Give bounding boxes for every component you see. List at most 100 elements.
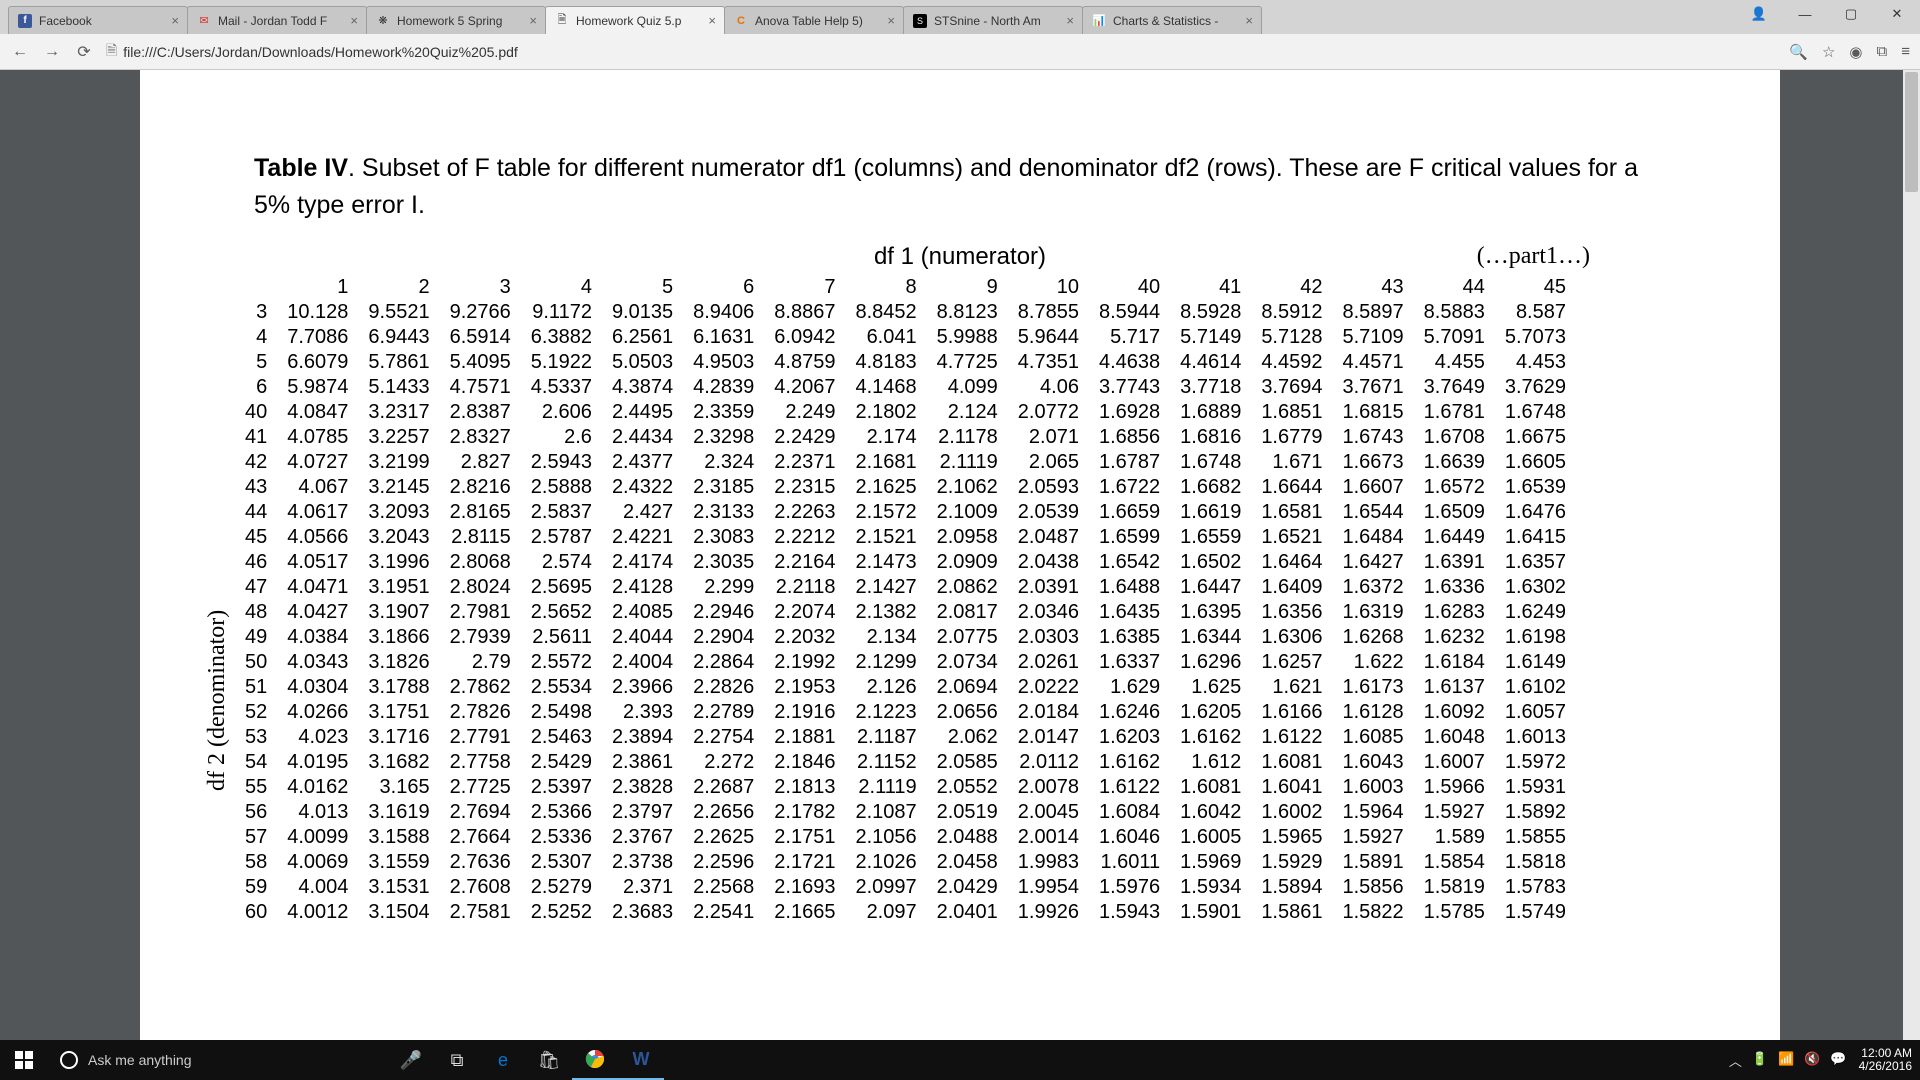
tab-mail[interactable]: ✉Mail - Jordan Todd F× — [187, 6, 367, 34]
maximize-button[interactable]: ▢ — [1828, 0, 1874, 28]
cell: 1.625 — [1170, 675, 1251, 700]
close-window-button[interactable]: ✕ — [1874, 0, 1920, 28]
row-header: 48 — [235, 600, 277, 625]
row-header: 53 — [235, 725, 277, 750]
cell: 1.6889 — [1170, 400, 1251, 425]
cell: 4.7351 — [1008, 350, 1089, 375]
cell: 2.371 — [602, 875, 683, 900]
row-header: 59 — [235, 875, 277, 900]
close-icon[interactable]: × — [887, 13, 895, 28]
cell: 2.1693 — [764, 875, 845, 900]
cell: 2.606 — [521, 400, 602, 425]
reload-button[interactable]: ⟳ — [74, 42, 94, 62]
close-icon[interactable]: × — [350, 13, 358, 28]
tab-anova[interactable]: C Anova Table Help 5) × — [724, 6, 904, 34]
cell: 2.1916 — [764, 700, 845, 725]
cell: 2.1572 — [845, 500, 926, 525]
cell: 4.067 — [277, 475, 358, 500]
edge-icon[interactable]: e — [480, 1040, 526, 1080]
account-icon[interactable]: 👤 — [1736, 0, 1782, 28]
tab-charts[interactable]: 📊Charts & Statistics -× — [1082, 6, 1262, 34]
cell: 2.8327 — [440, 425, 521, 450]
store-icon[interactable]: 🛍 — [526, 1040, 572, 1080]
url-input[interactable]: 🗎 file:///C:/Users/Jordan/Downloads/Home… — [106, 40, 1777, 64]
cell: 9.1172 — [521, 300, 602, 325]
cell: 1.621 — [1251, 675, 1332, 700]
cell: 1.5927 — [1332, 825, 1413, 850]
extension-icon-2[interactable]: ⧉ — [1877, 43, 1888, 61]
row-header: 43 — [235, 475, 277, 500]
cell: 2.2754 — [683, 725, 764, 750]
close-icon[interactable]: × — [1245, 13, 1253, 28]
close-icon[interactable]: × — [529, 13, 537, 28]
col-header: 5 — [602, 275, 683, 300]
forward-button[interactable]: → — [42, 42, 62, 62]
table-row: 310.1289.55219.27669.11729.01358.94068.8… — [235, 300, 1576, 325]
scrollbar-thumb[interactable] — [1905, 72, 1918, 192]
cell: 4.06 — [1008, 375, 1089, 400]
cell: 2.1299 — [845, 650, 926, 675]
cell: 2.0438 — [1008, 550, 1089, 575]
cell: 1.6435 — [1089, 600, 1170, 625]
wifi-icon[interactable]: 📶 — [1778, 1051, 1794, 1070]
cell: 2.3767 — [602, 825, 683, 850]
cell: 2.097 — [845, 900, 926, 925]
clock[interactable]: 12:00 AM 4/26/2016 — [1859, 1047, 1912, 1073]
close-icon[interactable]: × — [708, 13, 716, 28]
star-icon[interactable]: ☆ — [1822, 43, 1835, 61]
cell: 4.0304 — [277, 675, 358, 700]
tab-stsnine[interactable]: SSTSnine - North Am× — [903, 6, 1083, 34]
cell: 2.0346 — [1008, 600, 1089, 625]
caption-label: Table IV — [254, 154, 348, 182]
tray-chevron-icon[interactable]: ︿ — [1729, 1051, 1742, 1070]
close-icon[interactable]: × — [171, 13, 179, 28]
task-view-icon[interactable]: ⧉ — [434, 1040, 480, 1080]
row-header: 47 — [235, 575, 277, 600]
cell: 1.6122 — [1251, 725, 1332, 750]
cell: 1.6283 — [1414, 600, 1495, 625]
mic-icon[interactable]: 🎤 — [388, 1040, 434, 1080]
cell: 2.0817 — [927, 600, 1008, 625]
table-row: 414.07853.22572.83272.62.44342.32982.242… — [235, 425, 1576, 450]
zoom-icon[interactable]: 🔍 — [1789, 43, 1808, 61]
table-row: 504.03433.18262.792.55722.40042.28642.19… — [235, 650, 1576, 675]
row-header: 58 — [235, 850, 277, 875]
cell: 2.1625 — [845, 475, 926, 500]
cell: 1.6306 — [1251, 625, 1332, 650]
chrome-icon[interactable] — [572, 1040, 618, 1080]
action-center-icon[interactable]: 💬 — [1830, 1051, 1846, 1070]
table-row: 584.00693.15592.76362.53072.37382.25962.… — [235, 850, 1576, 875]
extension-icon[interactable]: ◉ — [1849, 43, 1862, 61]
tab-title: Anova Table Help 5) — [755, 14, 881, 28]
table-row: 434.0673.21452.82162.58882.43222.31852.2… — [235, 475, 1576, 500]
cell: 2.8387 — [440, 400, 521, 425]
cell: 1.6484 — [1332, 525, 1413, 550]
volume-icon[interactable]: 🔇 — [1804, 1051, 1820, 1070]
battery-icon[interactable]: 🔋 — [1752, 1051, 1768, 1070]
cell: 2.249 — [764, 400, 845, 425]
chegg-icon: C — [733, 13, 749, 29]
cell: 1.6743 — [1332, 425, 1413, 450]
cell: 2.134 — [845, 625, 926, 650]
start-button[interactable] — [0, 1040, 48, 1080]
cortana-search[interactable]: Ask me anything — [48, 1040, 388, 1080]
cell: 1.6344 — [1170, 625, 1251, 650]
cell: 1.6781 — [1414, 400, 1495, 425]
cell: 2.5943 — [521, 450, 602, 475]
word-icon[interactable]: W — [618, 1040, 664, 1080]
cell: 2.1782 — [764, 800, 845, 825]
cell: 5.7861 — [358, 350, 439, 375]
vertical-scrollbar[interactable] — [1903, 70, 1920, 1040]
minimize-button[interactable]: — — [1782, 0, 1828, 28]
back-button[interactable]: ← — [10, 42, 30, 62]
tab-homework5[interactable]: ❋Homework 5 Spring× — [366, 6, 546, 34]
tab-facebook[interactable]: fFacebook× — [8, 6, 188, 34]
cell: 2.3298 — [683, 425, 764, 450]
menu-icon[interactable]: ≡ — [1901, 43, 1910, 61]
cell: 2.3738 — [602, 850, 683, 875]
cell: 4.0384 — [277, 625, 358, 650]
tab-homework-quiz[interactable]: 🗎Homework Quiz 5.p× — [545, 6, 725, 34]
close-icon[interactable]: × — [1066, 13, 1074, 28]
cell: 2.2826 — [683, 675, 764, 700]
pdf-viewport[interactable]: Table IV. Subset of F table for differen… — [0, 70, 1920, 1040]
